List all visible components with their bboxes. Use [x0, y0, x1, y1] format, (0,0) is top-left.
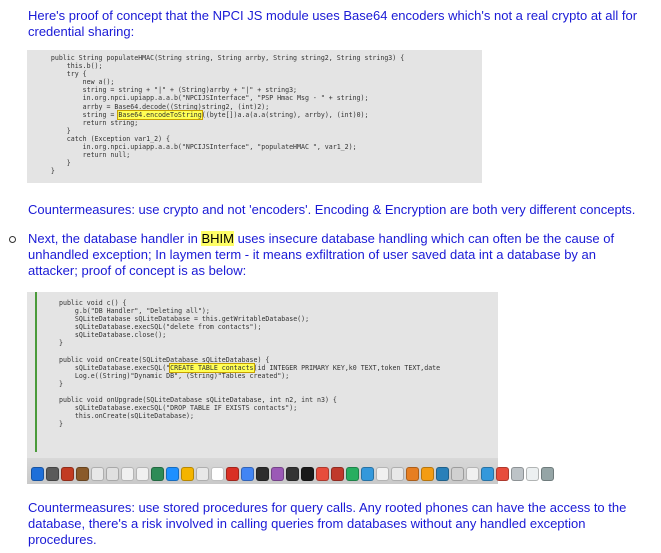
dock-app-icon: [256, 466, 269, 481]
dock-app-icon: [241, 466, 254, 481]
dock-app-icon: [46, 466, 59, 481]
code-line: public void onCreate(SQLiteDatabase sQLi…: [59, 355, 270, 364]
code-screenshot-db-handler: public void c() { g.b("DB Handler", "Del…: [27, 292, 498, 484]
dock-app-icon: [346, 466, 359, 481]
code-line: }: [59, 420, 63, 429]
code-block-db-handler: public void c() { g.b("DB Handler", "Del…: [59, 299, 440, 429]
code-line: string = Base64.encodeToString((byte[])a…: [35, 109, 369, 120]
dock-app-icon: [331, 466, 344, 481]
dock-app-icon: [91, 466, 104, 481]
dock-app-icon: [496, 466, 509, 481]
countermeasure-encoding-text: Countermeasures: use crypto and not 'enc…: [28, 202, 636, 217]
bullet-paragraph: Next, the database handler in BHIM uses …: [28, 231, 628, 279]
bullet-text-before: Next, the database handler in: [28, 231, 202, 246]
code-line: this.onCreate(sQLiteDatabase);: [59, 412, 194, 421]
intro-text: Here's proof of concept that the NPCI JS…: [28, 8, 638, 39]
dock-app-icon: [481, 466, 494, 481]
dock-app-icon: [61, 466, 74, 481]
macos-dock-strip: [27, 458, 554, 484]
dock-app-icon: [466, 466, 479, 481]
dock-app-icon: [211, 466, 224, 481]
code-line: }: [59, 339, 63, 348]
code-line: sQLiteDatabase.execSQL("CREATE TABLE con…: [59, 362, 441, 373]
dock-app-icon: [316, 466, 329, 481]
code-line: SQLiteDatabase sQLiteDatabase = this.get…: [59, 315, 310, 324]
dock-app-icon: [166, 466, 179, 481]
code-highlight: Base64.encodeToString: [117, 109, 203, 120]
code-line: }: [35, 159, 71, 168]
bullet-marker: [9, 236, 16, 243]
code-line: new a();: [35, 78, 115, 87]
bhim-highlight: BHIM: [201, 231, 234, 246]
code-line: sQLiteDatabase.execSQL("delete from cont…: [59, 323, 262, 332]
dock-app-icon: [151, 466, 164, 481]
countermeasure-procedures-text: Countermeasures: use stored procedures f…: [28, 500, 627, 547]
code-line: }: [35, 126, 71, 135]
code-line: arrby = Base64.decode((String)string2, (…: [35, 102, 270, 111]
code-line: sQLiteDatabase.close();: [59, 331, 167, 340]
dock-app-icon: [121, 466, 134, 481]
dock-app-icon: [361, 466, 374, 481]
dock-app-icon: [31, 466, 44, 481]
code-line: this.b();: [35, 62, 103, 71]
dock-app-icon: [421, 466, 434, 481]
dock-app-icon: [106, 466, 119, 481]
code-line: return null;: [35, 151, 131, 160]
dock-app-icon: [526, 466, 539, 481]
dock-app-icon: [301, 466, 314, 481]
dock-app-icon: [181, 466, 194, 481]
code-line: public void c() {: [59, 299, 127, 307]
code-line: }: [35, 167, 55, 176]
code-line: in.org.npci.upiapp.a.a.b("NPCIJSInterfac…: [35, 143, 357, 152]
code-line: in.org.npci.upiapp.a.a.b("NPCIJSInterfac…: [35, 94, 369, 103]
dock-app-icon: [406, 466, 419, 481]
dock-app-icon: [391, 466, 404, 481]
dock-app-icon: [286, 466, 299, 481]
dock-app-icon: [541, 466, 554, 481]
editor-gutter-line: [35, 292, 37, 452]
code-line: return string;: [35, 118, 139, 127]
code-line: }: [59, 379, 63, 388]
code-line: public void onUpgrade(SQLiteDatabase sQL…: [59, 396, 337, 405]
dock-app-icon: [451, 466, 464, 481]
code-block-hmac: public String populateHMAC(String string…: [35, 54, 404, 175]
code-screenshot-hmac: public String populateHMAC(String string…: [27, 50, 482, 183]
dock-app-icon: [136, 466, 149, 481]
code-line: public String populateHMAC(String string…: [35, 54, 405, 62]
dock-app-icon: [436, 466, 449, 481]
code-line: g.b("DB Handler", "Deleting all");: [59, 307, 210, 316]
code-highlight: CREATE TABLE contacts: [169, 362, 255, 373]
dock-app-icon: [271, 466, 284, 481]
code-line: try {: [35, 70, 87, 79]
dock-app-icon: [76, 466, 89, 481]
dock-app-icon: [511, 466, 524, 481]
dock-app-icon: [226, 466, 239, 481]
code-line: Log.e((String)"Dynamic DB", (String)"Tab…: [59, 371, 290, 380]
code-line: catch (Exception var1_2) {: [35, 134, 170, 143]
dock-app-icon: [376, 466, 389, 481]
code-line: sQLiteDatabase.execSQL("DROP TABLE IF EX…: [59, 404, 298, 413]
dock-app-icon: [196, 466, 209, 481]
code-line: string = string + "|" + (String)arrby + …: [35, 86, 298, 95]
dock-icons: [31, 466, 554, 481]
